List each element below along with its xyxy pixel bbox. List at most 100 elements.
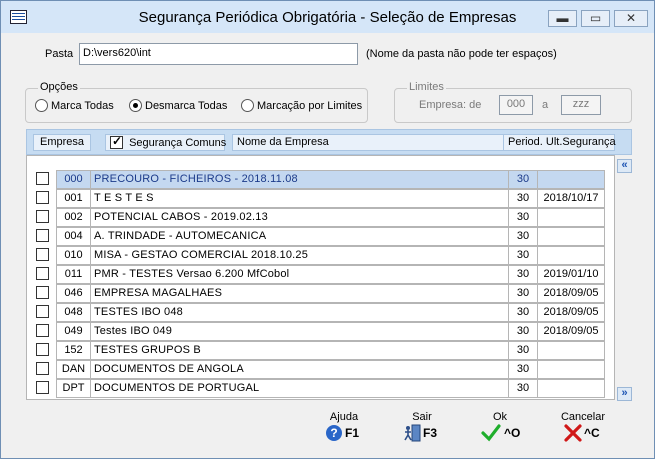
radio-marca-todas[interactable]: Marca Todas — [35, 99, 114, 112]
cell-name[interactable]: EMPRESA MAGALHAES — [90, 284, 509, 303]
ok-button[interactable]: Ok ^O — [473, 411, 527, 447]
cell-date[interactable]: 2018/10/17 — [537, 189, 605, 208]
row-checkbox[interactable] — [36, 362, 49, 375]
row-checkbox[interactable] — [36, 172, 49, 185]
table-row[interactable]: DAN DOCUMENTOS DE ANGOLA 30 — [27, 360, 614, 379]
table-row[interactable]: 048 TESTES IBO 048 30 2018/09/05 — [27, 303, 614, 322]
row-checkbox[interactable] — [36, 381, 49, 394]
table-row[interactable]: 000 PRECOURO - FICHEIROS - 2018.11.08 30 — [27, 170, 614, 189]
row-checkbox[interactable] — [36, 324, 49, 337]
cell-code[interactable]: 004 — [56, 227, 91, 246]
row-checkbox[interactable] — [36, 267, 49, 280]
row-checkbox[interactable] — [36, 343, 49, 356]
cell-date[interactable] — [537, 208, 605, 227]
title-bar[interactable]: Segurança Periódica Obrigatória - Seleçã… — [1, 1, 654, 33]
cell-period[interactable]: 30 — [508, 246, 538, 265]
row-checkbox[interactable] — [36, 286, 49, 299]
cell-code[interactable]: DPT — [56, 379, 91, 398]
table-row[interactable]: 046 EMPRESA MAGALHAES 30 2018/09/05 — [27, 284, 614, 303]
cell-date[interactable] — [537, 227, 605, 246]
row-checkbox[interactable] — [36, 191, 49, 204]
maximize-button[interactable]: ▭ — [581, 10, 610, 27]
row-checkbox[interactable] — [36, 229, 49, 242]
cell-code[interactable]: 048 — [56, 303, 91, 322]
cell-code[interactable]: 049 — [56, 322, 91, 341]
cell-period[interactable]: 30 — [508, 284, 538, 303]
cell-name[interactable]: T E S T E S — [90, 189, 509, 208]
cell-date[interactable]: 2018/09/05 — [537, 284, 605, 303]
table-row[interactable]: 004 A. TRINDADE - AUTOMECANICA 30 — [27, 227, 614, 246]
row-checkbox[interactable] — [36, 210, 49, 223]
radio-label: Desmarca Todas — [145, 99, 228, 112]
cell-code[interactable]: 010 — [56, 246, 91, 265]
cell-name[interactable]: TESTES IBO 048 — [90, 303, 509, 322]
table-row[interactable]: DPT DOCUMENTOS DE PORTUGAL 30 — [27, 379, 614, 398]
cell-name[interactable]: PRECOURO - FICHEIROS - 2018.11.08 — [90, 170, 509, 189]
svg-text:?: ? — [330, 426, 337, 440]
cancelar-button[interactable]: Cancelar ^C — [556, 411, 610, 447]
radio-dot — [241, 99, 254, 112]
cell-period[interactable]: 30 — [508, 170, 538, 189]
cell-code[interactable]: 001 — [56, 189, 91, 208]
cell-period[interactable]: 30 — [508, 360, 538, 379]
cell-name[interactable]: DOCUMENTOS DE ANGOLA — [90, 360, 509, 379]
header-empresa[interactable]: Empresa — [33, 134, 91, 151]
cell-code[interactable]: 002 — [56, 208, 91, 227]
scroll-up-button[interactable]: « — [617, 159, 632, 173]
table-row[interactable]: 002 POTENCIAL CABOS - 2019.02.13 30 — [27, 208, 614, 227]
cell-date[interactable]: 2018/09/05 — [537, 322, 605, 341]
cell-code[interactable]: 046 — [56, 284, 91, 303]
radio-desmarca-todas[interactable]: Desmarca Todas — [129, 99, 227, 112]
cell-date[interactable]: 2019/01/10 — [537, 265, 605, 284]
cell-period[interactable]: 30 — [508, 322, 538, 341]
cell-code[interactable]: DAN — [56, 360, 91, 379]
cell-code[interactable]: 152 — [56, 341, 91, 360]
cell-date[interactable]: 2018/09/05 — [537, 303, 605, 322]
table-row[interactable]: 049 Testes IBO 049 30 2018/09/05 — [27, 322, 614, 341]
ajuda-label: Ajuda — [329, 411, 359, 423]
minimize-button[interactable]: ▬ — [548, 10, 577, 27]
cell-code[interactable]: 000 — [56, 170, 91, 189]
table-row[interactable]: 152 TESTES GRUPOS B 30 — [27, 341, 614, 360]
table-row[interactable]: 001 T E S T E S 30 2018/10/17 — [27, 189, 614, 208]
cell-date[interactable] — [537, 379, 605, 398]
cell-name[interactable]: DOCUMENTOS DE PORTUGAL — [90, 379, 509, 398]
table-row[interactable]: 011 PMR - TESTES Versao 6.200 MfCobol 30 20… — [27, 265, 614, 284]
ajuda-button[interactable]: Ajuda ? F1 — [317, 411, 371, 447]
sair-button[interactable]: Sair F3 — [395, 411, 449, 447]
radio-label: Marca Todas — [51, 99, 114, 112]
cell-period[interactable]: 30 — [508, 189, 538, 208]
seguranca-comuns-checkbox[interactable]: Segurança Comuns — [105, 134, 226, 151]
cell-period[interactable]: 30 — [508, 208, 538, 227]
cell-date[interactable] — [537, 170, 605, 189]
cell-date[interactable] — [537, 360, 605, 379]
cell-name[interactable]: MISA - GESTAO COMERCIAL 2018.10.25 — [90, 246, 509, 265]
header-nome-empresa[interactable]: Nome da Empresa — [232, 134, 523, 151]
cell-name[interactable]: A. TRINDADE - AUTOMECANICA — [90, 227, 509, 246]
close-button[interactable]: ✕ — [614, 10, 648, 27]
cell-name[interactable]: TESTES GRUPOS B — [90, 341, 509, 360]
cell-name[interactable]: PMR - TESTES Versao 6.200 MfCobol — [90, 265, 509, 284]
scroll-down-button[interactable]: » — [617, 387, 632, 401]
cell-code[interactable]: 011 — [56, 265, 91, 284]
companies-grid[interactable]: 000 PRECOURO - FICHEIROS - 2018.11.08 30 00… — [26, 155, 615, 400]
header-period[interactable]: Period. Ult.Segurança — [503, 134, 616, 151]
empresa-a-input[interactable]: zzz — [561, 95, 601, 115]
ajuda-key: F1 — [345, 426, 360, 440]
cell-period[interactable]: 30 — [508, 265, 538, 284]
cell-name[interactable]: Testes IBO 049 — [90, 322, 509, 341]
cell-period[interactable]: 30 — [508, 303, 538, 322]
row-checkbox[interactable] — [36, 248, 49, 261]
row-checkbox[interactable] — [36, 305, 49, 318]
cell-period[interactable]: 30 — [508, 379, 538, 398]
cell-name[interactable]: POTENCIAL CABOS - 2019.02.13 — [90, 208, 509, 227]
table-row[interactable]: 010 MISA - GESTAO COMERCIAL 2018.10.25 30 — [27, 246, 614, 265]
cell-period[interactable]: 30 — [508, 227, 538, 246]
cell-date[interactable] — [537, 341, 605, 360]
pasta-input[interactable]: D:\vers620\int — [79, 43, 358, 65]
cell-date[interactable] — [537, 246, 605, 265]
radio-dot — [35, 99, 48, 112]
empresa-de-input[interactable]: 000 — [499, 95, 533, 115]
cell-period[interactable]: 30 — [508, 341, 538, 360]
radio-marcacao-limites[interactable]: Marcação por Limites — [241, 99, 362, 112]
